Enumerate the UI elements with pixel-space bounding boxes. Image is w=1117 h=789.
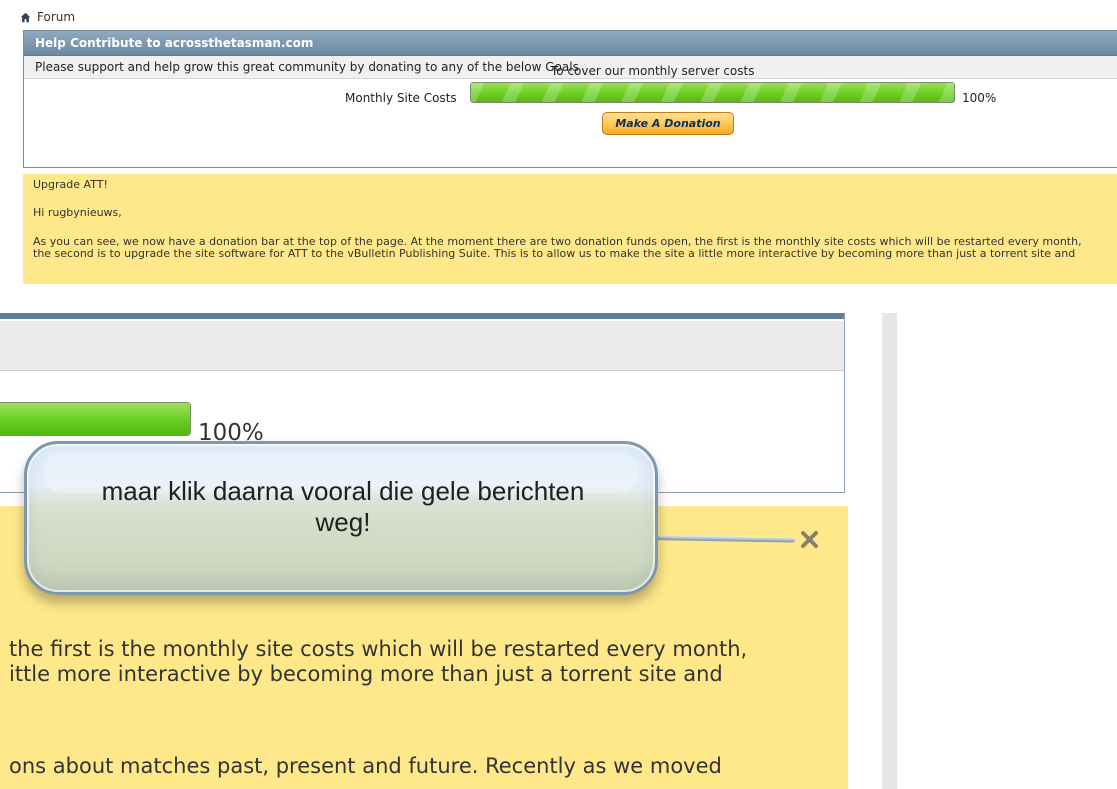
upgrade-notice: Upgrade ATT! Hi rugbynieuws, As you can … (23, 174, 1117, 284)
zoomed-header-stripe (0, 313, 844, 319)
zoomed-notice-line-1: the first is the monthly site costs whic… (9, 637, 748, 661)
home-icon[interactable] (20, 12, 31, 23)
notice-line-2: the second is to upgrade the site softwa… (33, 247, 1076, 260)
zoomed-progress-bar (0, 402, 191, 436)
zoomed-intro-row (0, 321, 844, 371)
forum-link[interactable]: Forum (37, 10, 75, 24)
goal-progress-bar (470, 82, 955, 103)
make-donation-button[interactable]: Make A Donation (602, 112, 734, 135)
zoomed-notice-line-3: ons about matches past, present and futu… (9, 754, 722, 778)
notice-line-1: As you can see, we now have a donation b… (33, 235, 1082, 248)
goal-progress-fill (471, 83, 954, 102)
goal-label: Monthly Site Costs (345, 91, 457, 105)
forum-breadcrumb[interactable]: Forum (20, 8, 75, 26)
goal-percent: 100% (962, 91, 997, 105)
callout-bubble: maar klik daarna vooral die gele bericht… (24, 441, 658, 595)
close-icon[interactable] (795, 525, 824, 554)
notice-title: Upgrade ATT! (33, 178, 108, 191)
goal-title: To cover our monthly server costs (551, 64, 755, 78)
donation-header: Help Contribute to acrossthetasman.com (24, 31, 1117, 56)
callout-text: maar klik daarna vooral die gele bericht… (101, 476, 585, 537)
zoomed-view: 100% the first is the monthly site costs… (0, 313, 1117, 789)
scrollbar-track[interactable] (882, 313, 897, 789)
notice-greeting: Hi rugbynieuws, (33, 206, 122, 219)
zoomed-progress-fill (0, 403, 190, 435)
zoomed-notice-line-2: ittle more interactive by becoming more … (9, 662, 723, 686)
